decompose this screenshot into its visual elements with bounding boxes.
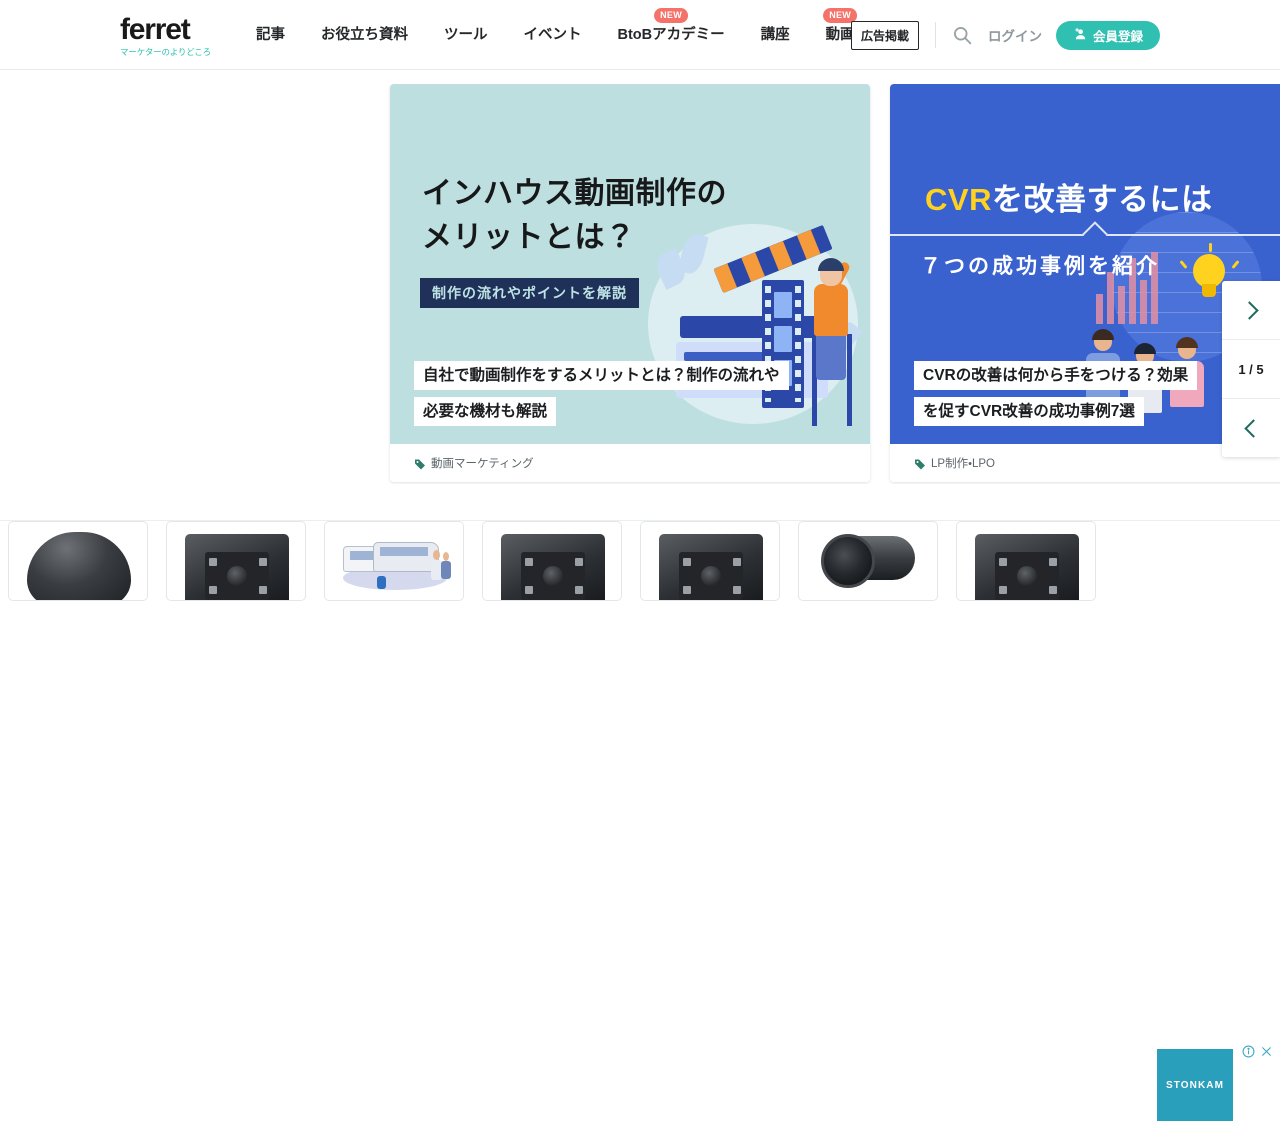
box-camera-image [659,534,763,600]
site-logo[interactable]: ferret マーケターのよりどころ [120,13,218,58]
person-leg [816,332,846,380]
tag-icon [414,457,426,470]
signup-label: 会員登録 [1092,29,1143,44]
title-line-1: 自社で動画制作をするメリットとは？制作の流れや [414,361,789,390]
info-icon[interactable] [1242,1045,1255,1063]
person-hair [818,258,844,271]
ad-thumbnail-box-camera[interactable] [640,521,780,601]
slide-2-headline: CVRを改善するには [925,174,1212,219]
box-camera-image [185,534,289,600]
slide-1-tag[interactable]: 動画マーケティング [414,455,534,471]
new-badge: NEW [654,8,689,23]
close-icon[interactable] [1260,1045,1273,1063]
logo-wordmark: ferret [120,13,191,46]
chevron-right-icon [1239,300,1259,320]
carousel-nav: 1 / 5 [1222,281,1280,457]
signup-button[interactable]: 会員登録 [1055,20,1160,50]
main-nav: 記事 お役立ち資料 ツール イベント NEW BtoBアカデミー 講座 NEW … [256,0,858,70]
tag-icon [914,457,926,470]
dome-camera-image [27,532,131,600]
headline-line-2: メリットとは？ [422,220,636,254]
nav-label: BtoBアカデミー [617,27,725,43]
ad-thumbnail-bullet-camera[interactable] [798,521,938,601]
nav-item-resources[interactable]: お役立ち資料 [321,0,408,70]
user-plus-icon [1073,27,1087,44]
carousel-prev-button[interactable] [1222,399,1280,457]
search-icon[interactable] [952,25,972,45]
article-carousel: インハウス動画制作の メリットとは？ 制作の流れやポイントを解説 自社で動画制作… [0,84,1280,484]
nav-item-courses[interactable]: 講座 [761,0,790,70]
login-link[interactable]: ログイン [988,25,1042,45]
ad-brand-label: STONKAM [1165,1079,1225,1091]
box-camera-image [975,534,1079,600]
carousel-slide-1[interactable]: インハウス動画制作の メリットとは？ 制作の流れやポイントを解説 自社で動画制作… [390,84,870,482]
ad-thumbnail-bus[interactable] [324,521,464,601]
nav-label: お役立ち資料 [321,27,408,43]
nav-item-articles[interactable]: 記事 [256,0,285,70]
ad-thumbnail-box-camera[interactable] [166,521,306,601]
title-line-1: CVRの改善は何から手をつける？効果 [914,361,1198,390]
nav-label: 講座 [760,27,790,43]
slide-2-title-overlay: CVRの改善は何から手をつける？効果 を促すCVR改善の成功事例7選 [914,361,1198,426]
ad-controls [1242,1045,1273,1063]
nav-item-tools[interactable]: ツール [444,0,488,70]
logo-tagline: マーケターのよりどころ [120,47,211,57]
ad-thumbnail-box-camera[interactable] [956,521,1096,601]
slide-1-title-overlay: 自社で動画制作をするメリットとは？制作の流れや 必要な機材も解説 [414,361,789,426]
header-actions: 広告掲載 ログイン 会員登録 [850,0,1160,70]
bus-illustration [337,536,453,592]
site-header: ferret マーケターのよりどころ 記事 お役立ち資料 ツール イベント NE… [0,0,1280,70]
tag-label: 動画マーケティング [431,458,534,470]
tag-label: LP制作・LPO [931,458,995,470]
slide-2-tag[interactable]: LP制作・LPO [914,455,995,471]
divider [934,22,936,48]
carousel-counter: 1 / 5 [1222,339,1280,399]
headline-highlight: CVR [925,182,992,217]
title-line-2: を促すCVR改善の成功事例7選 [914,397,1144,426]
box-camera-image [501,534,605,600]
slide-1-footer: 動画マーケティング [390,444,870,482]
title-line-2: 必要な機材も解説 [414,397,557,426]
slide-1-image: インハウス動画制作の メリットとは？ 制作の流れやポイントを解説 自社で動画制作… [390,84,870,444]
nav-label: ツール [444,27,488,43]
headline-rest: を改善するには [991,182,1213,217]
slide-1-subtitle-badge: 制作の流れやポイントを解説 [420,278,639,308]
ad-thumbnail-box-camera[interactable] [482,521,622,601]
ad-thumbnail-dome-camera[interactable] [8,521,148,601]
nav-item-events[interactable]: イベント [524,0,582,70]
ad-banner: STONKAM [0,520,1280,1121]
chevron-left-icon [1243,418,1263,438]
advertise-button[interactable]: 広告掲載 [850,20,919,50]
headline-divider [890,234,1280,236]
nav-item-btob-academy[interactable]: NEW BtoBアカデミー [618,0,725,70]
slide-2-subtitle: ７つの成功事例を紹介 [920,255,1160,278]
carousel-next-button[interactable] [1222,281,1280,339]
ad-brand-logo[interactable]: STONKAM [1157,1049,1233,1121]
nav-label: イベント [523,27,582,43]
bullet-camera-image [821,534,915,588]
nav-label: 記事 [256,27,285,43]
headline-line-1: インハウス動画制作の [422,177,727,210]
slide-1-headline: インハウス動画制作の メリットとは？ [422,172,727,259]
